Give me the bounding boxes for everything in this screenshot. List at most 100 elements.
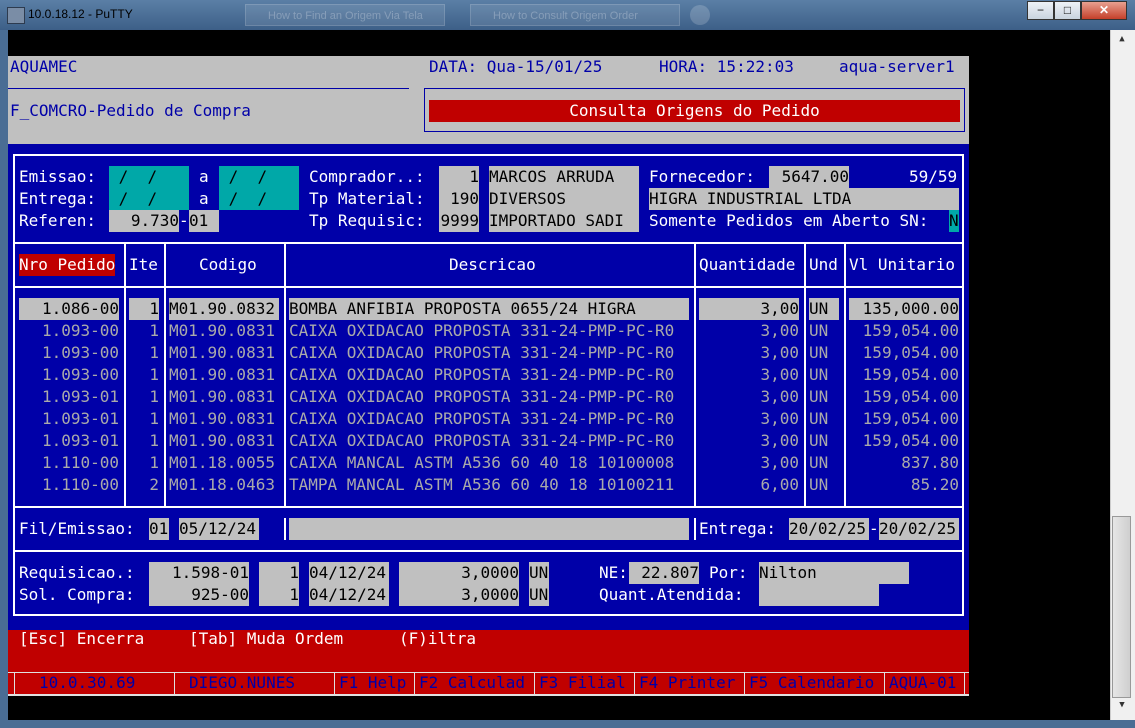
cell-vl-unitario: 159,054.00 [862, 343, 959, 362]
tp-material-code-field[interactable]: 190 [439, 188, 479, 210]
requisicao-label: Requisicao.: [19, 563, 135, 582]
column-header-codigo[interactable]: Codigo [199, 254, 257, 276]
cell-item: 1 [149, 387, 159, 406]
cell-codigo: M01.90.0831 [169, 431, 275, 450]
somente-aberto-field[interactable]: N [949, 210, 959, 232]
cell-descricao: CAIXA OXIDACAO PROPOSTA 331-24-PMP-PC-R0 [289, 321, 675, 340]
entrega-from-field[interactable]: / / [109, 188, 189, 210]
window-frame-left [0, 30, 8, 728]
minimize-button[interactable]: − [1027, 1, 1054, 20]
f1-help-key[interactable]: F1 Help [339, 672, 406, 694]
f5-calendario-key[interactable]: F5 Calendario [749, 672, 874, 694]
cell-item: 1 [149, 343, 159, 362]
status-ip: 10.0.30.69 [39, 673, 136, 692]
cell-descricao: CAIXA OXIDACAO PROPOSTA 331-24-PMP-PC-R0 [289, 409, 675, 428]
column-header-nro-pedido[interactable]: Nro Pedido [19, 254, 116, 276]
cell-und: UN [809, 321, 829, 340]
cell-descricao: CAIXA MANCAL ASTM A536 60 40 18 10100008 [289, 453, 675, 472]
referen-dash: - [179, 211, 189, 230]
cell-und: UN [809, 343, 829, 362]
cell-vl-unitario: 85.20 [910, 475, 959, 494]
referen-suffix-field[interactable]: 01 [189, 210, 219, 232]
cell-codigo: M01.90.0831 [169, 387, 275, 406]
cell-quantidade: 3,00 [760, 343, 799, 362]
tp-requisic-name: IMPORTADO SADI [489, 210, 639, 232]
cell-nro-pedido: 1.093-00 [41, 321, 119, 340]
fornecedor-name: HIGRA INDUSTRIAL LTDA [649, 188, 959, 210]
f3-filial-key[interactable]: F3 Filial [539, 672, 626, 694]
column-divider [804, 242, 806, 506]
fornecedor-label: Fornecedor: [649, 167, 755, 186]
emissao-from-field[interactable]: / / [109, 166, 189, 188]
cell-und: UN [809, 365, 829, 384]
column-divider [164, 242, 166, 506]
cell-vl-unitario: 159,054.00 [862, 431, 959, 450]
referen-field[interactable]: 9.730 [109, 210, 179, 232]
column-header-item[interactable]: Ite [129, 254, 158, 276]
cell-quantidade: 3,00 [760, 431, 799, 450]
fil-emissao-label: Fil/Emissao: [19, 519, 135, 538]
sol-compra-unit: UN [529, 584, 549, 606]
tab-command[interactable]: [Tab] Muda Ordem [189, 628, 343, 650]
cell-vl-unitario: 135,000.00 [849, 298, 959, 320]
header-time: HORA: 15:22:03 [659, 57, 794, 76]
cell-descricao: BOMBA ANFIBIA PROPOSTA 0655/24 HIGRA [289, 298, 689, 320]
filtra-command[interactable]: (F)iltra [399, 628, 476, 650]
close-button[interactable]: ✕ [1081, 1, 1127, 20]
column-header-quantidade[interactable]: Quantidade [699, 254, 795, 276]
emissao-date-field: 05/12/24 [179, 518, 259, 540]
entrega-date-dash: - [869, 519, 879, 538]
scroll-up-arrow-icon[interactable]: ▲ [1113, 34, 1131, 48]
cell-nro-pedido: 1.110-00 [41, 453, 119, 472]
comprador-name: MARCOS ARRUDA [489, 166, 639, 188]
table-top-line [13, 242, 964, 244]
column-divider [284, 242, 286, 506]
comprador-code-field[interactable]: 1 [439, 166, 479, 188]
status-divider [334, 673, 335, 694]
panel-border-right [962, 154, 964, 616]
scroll-down-arrow-icon[interactable]: ▼ [1113, 700, 1131, 714]
status-divider [964, 673, 965, 694]
cell-vl-unitario: 837.80 [901, 453, 959, 472]
column-header-vl-unitario[interactable]: Vl Unitario [849, 254, 955, 276]
status-divider [884, 673, 885, 694]
table-header-line [13, 286, 964, 288]
comprador-label: Comprador..: [309, 167, 425, 186]
window-frame-bottom [0, 720, 1135, 728]
f4-printer-key[interactable]: F4 Printer [639, 672, 735, 694]
company-name: AQUAMEC [10, 57, 78, 76]
cell-item: 1 [149, 365, 159, 384]
scrollbar-thumb[interactable] [1112, 516, 1131, 698]
detail-entrega-label: Entrega: [699, 519, 777, 538]
column-header-und[interactable]: Und [809, 254, 838, 276]
window-title: 10.0.18.12 - PuTTY [28, 7, 133, 21]
fornecedor-code-field[interactable]: 5647.00 [769, 166, 849, 188]
cell-item: 1 [149, 431, 159, 450]
requisicao-number: 1.598-01 [149, 562, 249, 584]
header-date: DATA: Qua-15/01/25 [429, 57, 603, 76]
tp-requisic-code-field[interactable]: 9999 [439, 210, 479, 232]
cell-nro-pedido: 1.093-00 [41, 343, 119, 362]
referen-label: Referen: [19, 211, 97, 230]
panel-border-top [13, 154, 964, 156]
background-app-icon [690, 5, 710, 25]
esc-command[interactable]: [Esc] Encerra [19, 628, 144, 650]
cell-nro-pedido: 1.093-01 [41, 431, 119, 450]
status-divider [534, 673, 535, 694]
cell-quantidade: 3,00 [760, 365, 799, 384]
cell-item: 1 [149, 321, 159, 340]
quant-atendida-label: Quant.Atendida: [599, 585, 744, 604]
por-label: Por: [709, 563, 748, 582]
entrega-to-field[interactable]: / / [219, 188, 299, 210]
sol-compra-quantity: 3,0000 [399, 584, 519, 606]
por-value: Nilton [759, 562, 909, 584]
maximize-button[interactable]: □ [1054, 1, 1081, 20]
header-divider [8, 88, 409, 89]
f2-calculad-key[interactable]: F2 Calculad [419, 672, 525, 694]
emissao-to-field[interactable]: / / [219, 166, 299, 188]
sol-compra-number: 925-00 [149, 584, 249, 606]
column-header-descricao[interactable]: Descricao [449, 254, 536, 276]
filial-field: 01 [149, 518, 169, 540]
cell-codigo: M01.18.0055 [169, 453, 275, 472]
cell-vl-unitario: 159,054.00 [862, 365, 959, 384]
